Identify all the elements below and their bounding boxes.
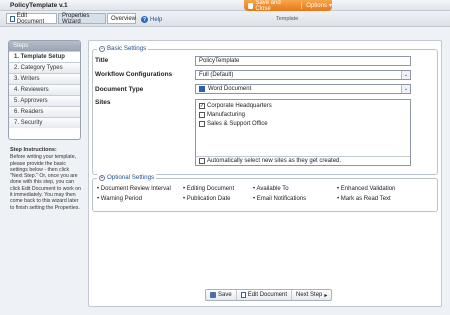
step-approvers[interactable]: 5. Approvers [9,95,80,106]
basic-settings-title: Basic Settings [107,45,147,52]
optional-column: Enhanced Validation Mark as Read Text [337,184,396,204]
title-bar: PolicyTemplate v.1 [0,0,450,11]
help-label: Help [150,16,163,23]
instructions-title: Step Instructions: [10,147,57,153]
step-reviewers[interactable]: 4. Reviewers [9,84,80,95]
sites-label: Sites [95,99,111,106]
save-and-close-label: Save and Close [255,0,281,12]
auto-select-checkbox[interactable]: Automatically select new sites as they g… [199,158,341,164]
auto-select-label: Automatically select new sites as they g… [207,158,342,164]
save-label: Save [218,292,232,298]
document-type-select[interactable]: Word Document ⌄ [195,84,411,94]
tab-edit-document[interactable]: Edit Document [6,12,57,25]
options-button[interactable]: Options ▾ [301,2,332,9]
save-button[interactable]: Save [206,290,237,300]
chevron-down-icon: ▾ [328,3,332,9]
instructions-text: Before writing your template, please pro… [10,154,81,211]
chevron-down-icon: ⌄ [401,85,410,93]
tab-label: Overview [111,15,137,22]
app-title: PolicyTemplate v.1 [10,2,68,9]
bottom-action-bar: Save Edit Document Next Step ▸ [205,289,333,301]
title-input[interactable]: PolicyTemplate [195,56,411,66]
step-readers[interactable]: 6. Readers [9,106,80,117]
document-icon [10,15,15,22]
document-type-value: Word Document [208,86,252,92]
step-template-setup[interactable]: 1. Template Setup [9,51,80,62]
site-label: Manufacturing [207,112,246,118]
save-icon [248,2,254,9]
optional-item-review-interval[interactable]: Document Review Interval [97,184,171,194]
save-and-close-button[interactable]: Save and Close [244,0,293,12]
workflow-label: Workflow Configurations [95,71,173,78]
tab-label: Properties Wizard [62,12,90,25]
help-icon: ? [141,16,148,23]
workflow-select[interactable]: Full (Default) ⌄ [195,70,411,80]
checkbox[interactable] [199,121,205,127]
next-step-label: Next Step [296,292,323,298]
title-label: Title [95,57,109,64]
document-icon [240,292,246,298]
optional-item-publication-date[interactable]: Publication Date [183,194,234,204]
template-label: Template [276,16,299,22]
optional-item-email-notifications[interactable]: Email Notifications [253,194,306,204]
word-document-icon [199,86,205,92]
site-checkbox-sales-support-office[interactable]: Sales & Support Office [199,121,268,127]
optional-item-mark-as-read-text[interactable]: Mark as Read Text [337,194,395,204]
step-instructions: Step Instructions: Before writing your t… [10,147,82,211]
site-checkbox-corporate-headquarters[interactable]: ✓ Corporate Headquarters [199,103,272,109]
main-panel: − Basic Settings Title PolicyTemplate Wo… [88,40,442,307]
steps-panel: Steps 1. Template Setup 2. Category Type… [8,40,81,140]
site-label: Corporate Headquarters [207,103,272,109]
arrow-right-icon: ▸ [324,292,328,299]
step-writers[interactable]: 3. Writers [9,73,80,84]
chevron-down-icon: ⌄ [401,71,410,79]
checkbox[interactable] [199,158,205,164]
tab-overview[interactable]: Overview [107,13,136,24]
optional-item-enhanced-validation[interactable]: Enhanced Validation [337,184,396,194]
optional-column: Editing Document Publication Date [183,184,234,204]
workflow-select-value: Full (Default) [199,72,234,78]
optional-column: Available To Email Notifications [253,184,306,204]
edit-document-button[interactable]: Edit Document [237,290,293,300]
checkbox-checked[interactable]: ✓ [199,103,205,109]
basic-settings-section: − Basic Settings Title PolicyTemplate Wo… [92,45,438,175]
sites-list: ✓ Corporate Headquarters Manufacturing S… [195,99,411,166]
step-security[interactable]: 7. Security [9,117,80,128]
steps-header: Steps [9,41,80,51]
optional-item-warning-period[interactable]: Warning Period [97,194,171,204]
basic-settings-legend[interactable]: − Basic Settings [97,45,149,52]
help-link[interactable]: ? Help [141,16,162,23]
toolbar: Edit Document Properties Wizard Overview… [0,11,450,27]
save-options-bar: Save and Close Options ▾ [244,0,332,12]
options-label: Options [306,2,327,9]
tab-label: Edit Document [16,12,45,25]
edit-document-label: Edit Document [247,292,288,298]
title-input-value: PolicyTemplate [199,58,240,64]
site-checkbox-manufacturing[interactable]: Manufacturing [199,112,245,118]
auto-select-row: Automatically select new sites as they g… [196,156,410,165]
save-icon [210,292,216,298]
site-label: Sales & Support Office [207,121,268,127]
step-category-types[interactable]: 2. Category Types [9,62,80,73]
optional-column: Document Review Interval Warning Period [97,184,171,204]
next-step-button[interactable]: Next Step ▸ [292,290,331,300]
optional-settings-legend[interactable]: + Optional Settings [97,174,157,181]
optional-settings-section: + Optional Settings Document Review Inte… [92,174,438,212]
document-type-label: Document Type [95,86,144,93]
tab-properties-wizard[interactable]: Properties Wizard [58,12,106,25]
checkbox[interactable] [199,112,205,118]
collapse-icon: − [99,45,105,52]
optional-item-available-to[interactable]: Available To [253,184,306,194]
optional-item-editing-document[interactable]: Editing Document [183,184,234,194]
optional-settings-title: Optional Settings [107,174,155,181]
expand-icon: + [99,174,105,181]
